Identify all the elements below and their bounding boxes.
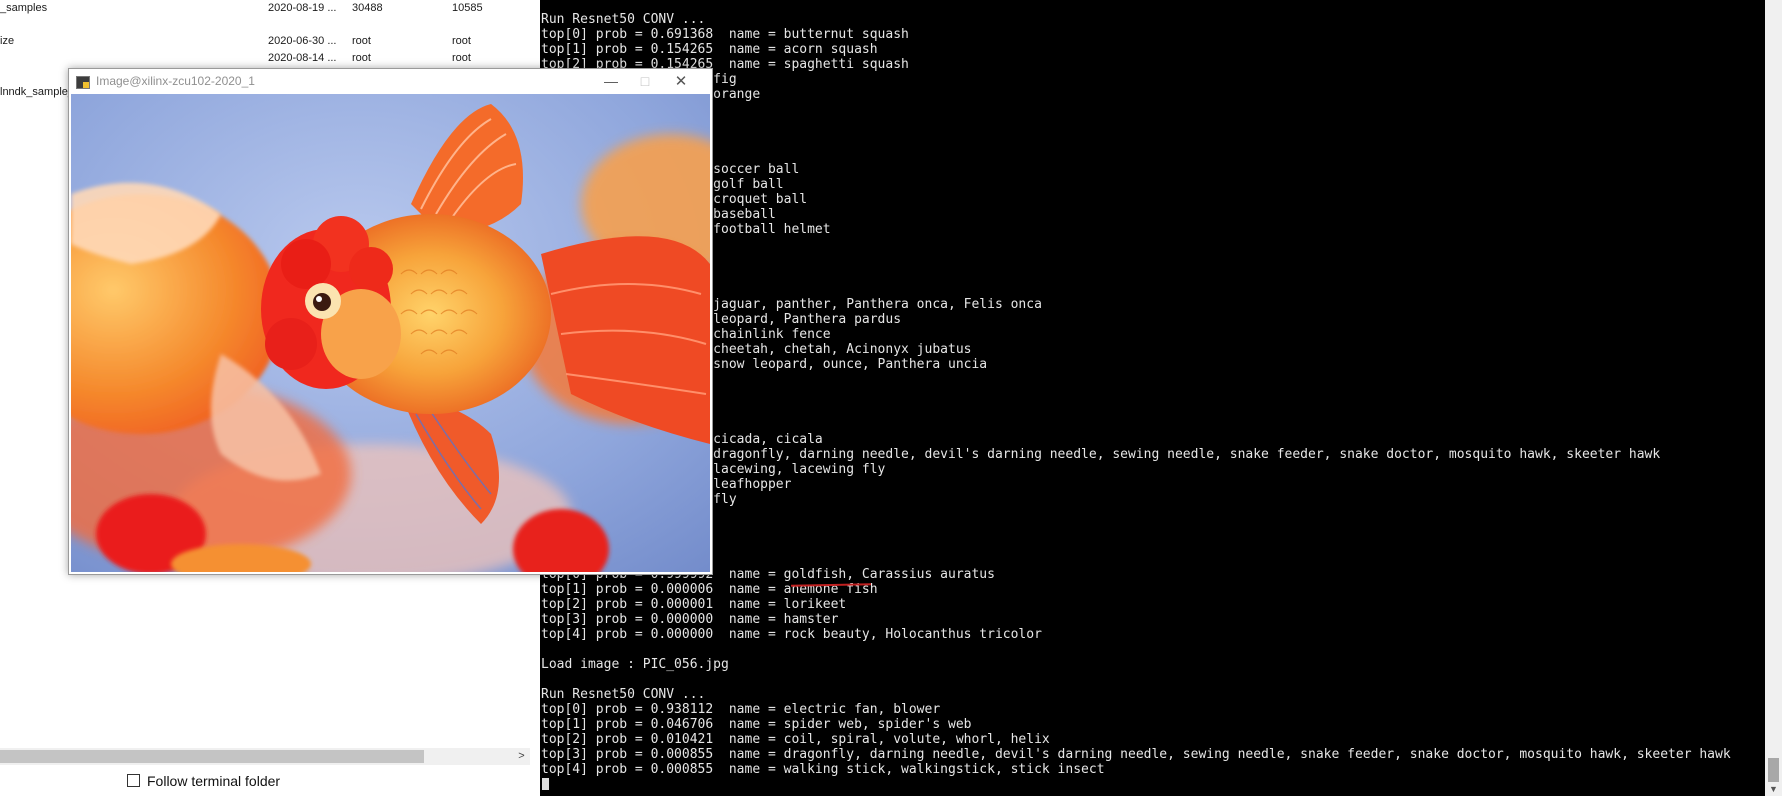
file-name: ize bbox=[0, 35, 15, 47]
terminal-line: 1 name = soccer ball bbox=[635, 162, 800, 177]
terminal-line: top[1] prob = 0.154265 name = acorn squa… bbox=[541, 42, 878, 57]
terminal-line: top[0] prob = 0.691368 name = butternut … bbox=[541, 27, 909, 42]
terminal-line: Run Resnet50 CONV ... bbox=[541, 12, 706, 27]
terminal-line: jpg bbox=[541, 117, 1731, 132]
terminal-output[interactable]: Run Resnet50 CONV ... top[0] prob = 0.691… bbox=[540, 0, 1765, 796]
goldfish-image bbox=[71, 94, 710, 572]
terminal-line: jpg bbox=[541, 387, 1731, 402]
terminal-line: top[2] prob = 0.010421 name = coil, spir… bbox=[541, 732, 1050, 747]
terminal-line: top[0] prob = 0.938112 name = electric f… bbox=[541, 702, 941, 717]
terminal-line: Run Resnet50 CONV ... bbox=[541, 687, 706, 702]
follow-terminal-folder[interactable]: Follow terminal folder bbox=[127, 772, 280, 790]
scroll-right-arrow-icon[interactable]: > bbox=[513, 748, 530, 765]
terminal-line: top[2] prob = 0.154265 name = spaghetti … bbox=[541, 57, 909, 72]
file-group: 10585 bbox=[452, 2, 483, 14]
terminal-line: top[2] prob = 0.000001 name = lorikeet bbox=[541, 597, 847, 612]
scroll-down-arrow-icon[interactable]: ▼ bbox=[1765, 782, 1782, 796]
file-size: 30488 bbox=[352, 2, 383, 14]
image-window[interactable]: Image@xilinx-zcu102-2020_1 — □ ✕ bbox=[68, 68, 713, 575]
terminal-line: Load image : PIC_056.jpg bbox=[541, 657, 729, 672]
file-date: 2020-08-14 ... bbox=[268, 52, 337, 64]
file-row[interactable]: _samples 2020-08-19 ... 30488 10585 bbox=[0, 0, 540, 16]
terminal-cursor bbox=[542, 778, 549, 790]
app-icon bbox=[76, 76, 90, 89]
window-title: Image@xilinx-zcu102-2020_1 bbox=[96, 74, 255, 88]
terminal-line: 9 name = golf ball bbox=[635, 177, 784, 192]
terminal-line: 5 name = cheetah, chetah, Acinonyx jubat… bbox=[541, 342, 972, 357]
terminal-line: 5 name = jaguar, panther, Panthera onca,… bbox=[541, 297, 1042, 312]
terminal-line: 9 name = leafhopper bbox=[635, 477, 792, 492]
horizontal-scrollbar[interactable]: > bbox=[0, 748, 530, 765]
close-button[interactable]: ✕ bbox=[664, 69, 698, 94]
terminal-line: 5 name = snow leopard, ounce, Panthera u… bbox=[541, 357, 988, 372]
terminal-line: 9 name = lacewing, lacewing fly bbox=[541, 462, 886, 477]
file-group: root bbox=[452, 35, 471, 47]
file-row[interactable]: ize 2020-06-30 ... root root bbox=[0, 33, 540, 49]
terminal-line: top[1] prob = 0.046706 name = spider web… bbox=[541, 717, 972, 732]
terminal-line: top[4] prob = 0.000855 name = walking st… bbox=[541, 762, 1105, 777]
terminal-line: 5 name = fly bbox=[635, 492, 737, 507]
terminal-line: 3 name = football helmet bbox=[635, 222, 831, 237]
file-date: 2020-08-19 ... bbox=[268, 2, 337, 14]
terminal-line: top[3] prob = 0.000000 name = hamster bbox=[541, 612, 839, 627]
terminal-line: 9 name = leopard, Panthera pardus bbox=[541, 312, 902, 327]
window-title-bar[interactable]: Image@xilinx-zcu102-2020_1 — □ ✕ bbox=[69, 69, 712, 94]
terminal-line: top[1] prob = 0.000006 name = anemone fi… bbox=[541, 582, 878, 597]
file-row[interactable]: 2020-08-14 ... root root bbox=[0, 50, 540, 66]
terminal-line: 1 name = dragonfly, darning needle, devi… bbox=[541, 447, 1661, 462]
file-date: 2020-06-30 ... bbox=[268, 35, 337, 47]
terminal-line: 9 name = baseball bbox=[635, 207, 776, 222]
scrollbar-thumb[interactable] bbox=[0, 750, 424, 763]
file-name: lnndk_sample_ bbox=[0, 86, 74, 98]
terminal-line: 2 name = fig bbox=[635, 72, 737, 87]
terminal-line: 2 name = chainlink fence bbox=[635, 327, 831, 342]
terminal-line: jpg bbox=[541, 522, 1731, 537]
terminal-line: 7 name = cicada, cicala bbox=[635, 432, 823, 447]
terminal-lines: Run Resnet50 CONV ... top[0] prob = 0.691… bbox=[541, 12, 1731, 777]
terminal-line: jpg bbox=[541, 252, 1731, 267]
goldfish-photo bbox=[71, 94, 710, 572]
terminal-scrollbar[interactable]: ▼ bbox=[1765, 0, 1782, 796]
file-name: _samples bbox=[0, 2, 48, 14]
terminal-line: top[0] prob = 0.999992 name = goldfish, … bbox=[541, 567, 995, 582]
terminal-line: top[3] prob = 0.000855 name = dragonfly,… bbox=[541, 747, 1731, 762]
minimize-button[interactable]: — bbox=[594, 69, 628, 94]
follow-terminal-checkbox[interactable] bbox=[127, 774, 140, 787]
file-owner: root bbox=[352, 35, 371, 47]
terminal-line: 7 name = orange bbox=[635, 87, 761, 102]
terminal-line: 6 name = croquet ball bbox=[635, 192, 808, 207]
scrollbar-thumb[interactable] bbox=[1768, 758, 1779, 782]
follow-terminal-label: Follow terminal folder bbox=[147, 773, 281, 789]
maximize-button[interactable]: □ bbox=[628, 69, 662, 94]
terminal-line: top[4] prob = 0.000000 name = rock beaut… bbox=[541, 627, 1042, 642]
file-owner: root bbox=[352, 52, 371, 64]
file-group: root bbox=[452, 52, 471, 64]
